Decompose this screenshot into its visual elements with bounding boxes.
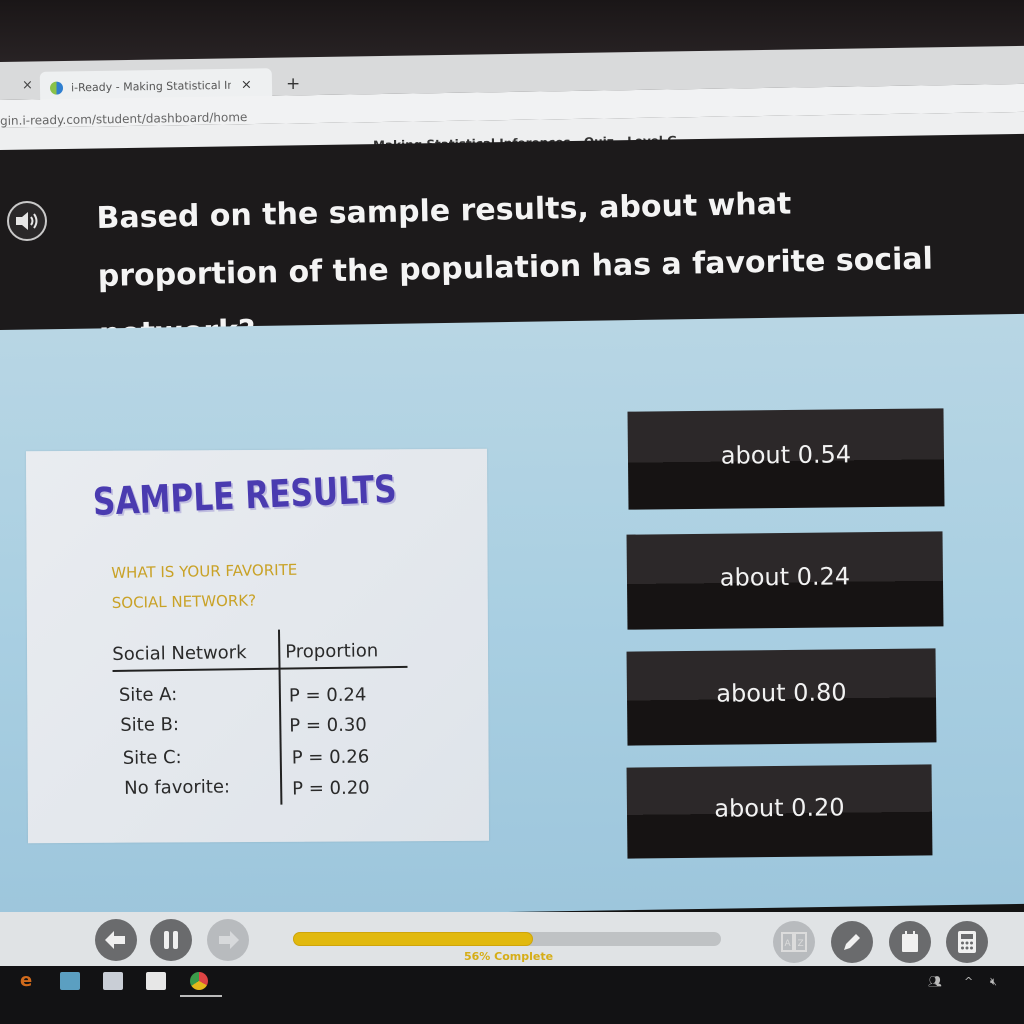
table-row-proportion: P = 0.24 bbox=[288, 684, 367, 707]
progress-bar-fill bbox=[293, 932, 533, 946]
chrome-icon[interactable] bbox=[190, 972, 208, 990]
answer-choice-1[interactable]: about 0.54 bbox=[627, 408, 945, 510]
progress-bar bbox=[293, 932, 721, 946]
next-button[interactable] bbox=[207, 919, 249, 961]
people-icon[interactable]: 👥︎ bbox=[928, 975, 942, 988]
table-row-proportion: P = 0.30 bbox=[289, 714, 367, 737]
results-table: Social Network Proportion Site A: P = 0.… bbox=[112, 628, 414, 812]
store-icon[interactable] bbox=[103, 972, 123, 990]
answer-choice-4[interactable]: about 0.20 bbox=[626, 764, 933, 859]
iready-favicon-icon bbox=[49, 80, 64, 95]
taskbar-active-indicator bbox=[180, 995, 222, 997]
tab-close-icon[interactable]: × bbox=[241, 77, 252, 92]
back-button[interactable] bbox=[95, 919, 137, 961]
table-row-network: No favorite: bbox=[124, 776, 231, 799]
card-subtitle-line-1: WHAT IS YOUR FAVORITE bbox=[111, 560, 298, 582]
arrow-left-icon bbox=[105, 931, 125, 949]
glossary-az-icon: A Z bbox=[781, 932, 807, 952]
table-header-divider bbox=[112, 665, 408, 672]
pencil-icon bbox=[844, 934, 860, 950]
table-row-proportion: P = 0.26 bbox=[291, 746, 370, 769]
volume-muted-icon[interactable]: 🔇︎ bbox=[990, 975, 997, 989]
notepad-icon bbox=[902, 931, 918, 952]
glossary-button[interactable]: A Z bbox=[773, 921, 815, 963]
answer-choice-3[interactable]: about 0.80 bbox=[626, 648, 937, 746]
calculator-button[interactable] bbox=[946, 921, 988, 963]
speaker-icon bbox=[16, 212, 38, 230]
table-column-divider bbox=[277, 629, 283, 805]
table-header-network: Social Network bbox=[112, 642, 247, 665]
file-explorer-icon[interactable] bbox=[60, 972, 80, 990]
svg-text:A: A bbox=[785, 939, 792, 949]
table-header-proportion: Proportion bbox=[285, 640, 379, 663]
new-tab-button[interactable]: + bbox=[286, 74, 300, 94]
card-subtitle: WHAT IS YOUR FAVORITE SOCIAL NETWORK? bbox=[111, 555, 298, 618]
calculator-icon bbox=[958, 931, 976, 953]
tab-title: i-Ready - Making Statistical Infe bbox=[70, 78, 232, 94]
card-subtitle-line-2: SOCIAL NETWORK? bbox=[111, 591, 257, 612]
pause-button[interactable] bbox=[150, 919, 192, 961]
table-row-network: Site C: bbox=[122, 747, 182, 769]
chevron-up-icon[interactable]: ^ bbox=[964, 975, 973, 988]
svg-text:Z: Z bbox=[798, 939, 804, 949]
pencil-button[interactable] bbox=[831, 921, 873, 963]
table-row-network: Site A: bbox=[118, 684, 178, 706]
mail-icon[interactable] bbox=[146, 972, 166, 990]
answer-choice-2[interactable]: about 0.24 bbox=[626, 531, 944, 630]
table-row-proportion: P = 0.20 bbox=[292, 777, 370, 800]
audio-button[interactable] bbox=[7, 201, 47, 241]
notepad-button[interactable] bbox=[889, 921, 931, 963]
progress-label: 56% Complete bbox=[464, 950, 554, 963]
previous-tab-close-icon[interactable]: × bbox=[22, 78, 33, 93]
arrow-right-icon bbox=[219, 931, 239, 949]
table-row-network: Site B: bbox=[120, 714, 180, 736]
pause-icon bbox=[164, 931, 178, 949]
edge-icon[interactable]: e bbox=[20, 970, 40, 991]
